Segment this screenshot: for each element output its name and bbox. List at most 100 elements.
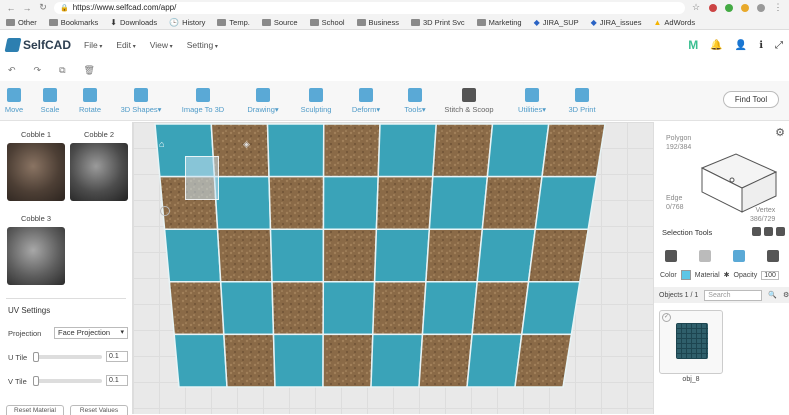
reload-icon[interactable]: ↻ [38,2,48,13]
back-icon[interactable]: ← [6,3,16,13]
jira-icon: ◆ [590,17,597,27]
bookmark-school[interactable]: School [309,18,345,27]
info-icon[interactable]: ℹ [759,40,763,51]
view-cube-icon[interactable]: ◈ [243,139,250,150]
material-cobble-2[interactable]: Cobble 2 [69,130,129,201]
face-mode-icon[interactable] [699,250,711,262]
vertex-stat: Vertex 386/729 [750,207,776,223]
bell-icon[interactable]: 🔔 [710,40,722,51]
deform-tool[interactable]: Deform▾ [338,81,394,121]
object-thumbnail[interactable]: ✓ [659,310,723,374]
u-tile-slider[interactable] [33,352,102,362]
rotate-tool[interactable]: Rotate [72,81,108,121]
drawing-tool[interactable]: Drawing▾ [232,81,294,121]
color-swatch[interactable] [680,270,691,280]
extension-icon[interactable] [741,3,749,12]
bookmark-downloads[interactable]: ⬇ Downloads [110,18,157,27]
checkbox-icon[interactable]: ✓ [662,313,671,322]
wall-tile [466,333,523,388]
bookmark-3d-print-svc[interactable]: 3D Print Svc [410,18,465,27]
bookmark-bookmarks[interactable]: Bookmarks [48,18,98,27]
m-logo-icon[interactable]: M [688,38,698,52]
menu-view[interactable]: View [150,40,173,50]
3d-viewport[interactable]: ⌂ ◈ [133,122,653,414]
home-icon[interactable]: ⌂ [159,139,164,149]
stitch-scoop-tool[interactable]: Stitch & Scoop [436,81,502,121]
uv-settings-title: UV Settings [8,306,51,315]
stitch-icon [462,87,476,102]
delete-icon[interactable]: 🗑 [84,65,95,76]
wall-tile [527,228,590,283]
projection-select[interactable]: Face Projection [54,327,128,339]
select-icon[interactable] [776,227,785,236]
extension-icon[interactable] [709,3,717,12]
select-icon[interactable] [752,227,761,236]
bookmark-other[interactable]: Other [6,18,37,27]
slider-handle[interactable] [33,376,39,386]
material-cobble-1[interactable]: Cobble 1 [6,130,66,201]
wall-tile [322,228,378,283]
star-icon[interactable]: ☆ [691,2,701,13]
wall-tile [266,123,325,178]
menu-icon[interactable]: ⋮ [773,2,783,13]
wall-tile [476,228,537,283]
wall-tile [322,123,381,178]
lock-icon: 🔒 [60,4,69,12]
object-search-input[interactable]: Search [704,289,763,301]
3d-print-tool[interactable]: 3D Print [562,81,602,121]
move-icon [7,87,21,102]
bookmark-business[interactable]: Business [356,18,399,27]
camera-icon[interactable] [160,206,170,216]
address-bar[interactable]: 🔒 https://www.selfcad.com/app/ [54,1,685,14]
vertex-mode-icon[interactable] [767,250,779,262]
selection-mode-row [654,246,789,266]
opacity-input[interactable]: 100 [761,270,779,280]
gear-icon[interactable]: ⚙ [783,291,789,299]
utilities-tool[interactable]: Utilities▾ [502,81,562,121]
divider [6,298,126,299]
v-tile-input[interactable]: 0.1 [106,375,128,386]
object-mode-icon[interactable] [665,250,677,262]
bookmark-temp[interactable]: Temp. [217,18,250,27]
extension-icon[interactable] [725,3,733,12]
profile-icon[interactable] [757,3,765,12]
material-swatch [7,143,65,201]
sculpting-tool[interactable]: Sculpting [294,81,338,121]
user-icon[interactable]: 👤 [735,40,747,51]
orientation-gizmo[interactable] [185,156,219,200]
gear-icon[interactable]: ⚙ [775,126,785,139]
slider-handle[interactable] [33,352,39,362]
material-icon[interactable]: ✱ [724,271,730,279]
menu-setting[interactable]: Setting [187,40,218,50]
tools-tool[interactable]: Tools▾ [394,81,436,121]
scale-tool[interactable]: Scale [28,81,72,121]
undo-icon[interactable]: ↶ [8,65,16,76]
main-toolbar: Move Scale Rotate 3D Shapes▾ Image To 3D… [0,81,789,121]
forward-icon[interactable]: → [22,3,32,13]
bookmark-source[interactable]: Source [261,18,298,27]
bookmark-jira-sup[interactable]: ◆ JIRA_SUP [534,18,579,27]
u-tile-input[interactable]: 0.1 [106,351,128,362]
bookmark-jira-issues[interactable]: ◆ JIRA_issues [591,18,642,27]
bookmark-marketing[interactable]: Marketing [476,18,522,27]
bookmark-history[interactable]: 🕒 History [169,18,205,27]
wall-tile [534,175,598,230]
copy-icon[interactable]: ⧉ [59,65,65,76]
3d-shapes-tool[interactable]: 3D Shapes▾ [108,81,174,121]
menu-file[interactable]: File [84,40,102,50]
wall-tile [431,123,494,178]
menu-edit[interactable]: Edit [116,40,135,50]
selfcad-logo: SelfCAD [4,38,76,52]
bookmark-adwords[interactable]: ▲ AdWords [653,18,695,27]
select-icon[interactable] [764,227,773,236]
search-icon[interactable]: 🔍 [768,291,777,299]
image-to-3d-tool[interactable]: Image To 3D [174,81,232,121]
fullscreen-icon[interactable]: ⤢ [775,40,783,51]
polygon-mode-icon[interactable] [733,250,745,262]
v-tile-slider[interactable] [33,376,102,386]
find-tool-button[interactable]: Find Tool [723,91,779,108]
material-cobble-3[interactable]: Cobble 3 [6,214,66,285]
wall-tile [268,175,325,230]
move-tool[interactable]: Move [0,81,28,121]
redo-icon[interactable]: ↷ [34,65,42,76]
